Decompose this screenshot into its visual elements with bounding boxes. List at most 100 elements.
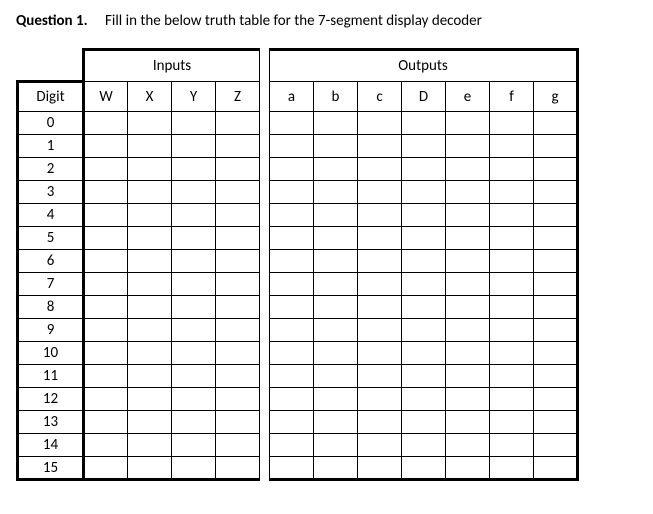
output-cell xyxy=(270,181,314,204)
output-header: e xyxy=(446,82,490,112)
input-cell xyxy=(216,319,260,342)
digit-cell: 13 xyxy=(18,411,84,434)
output-cell xyxy=(490,112,534,135)
output-cell xyxy=(446,411,490,434)
output-cell xyxy=(490,227,534,250)
input-cell xyxy=(128,434,172,457)
column-gap xyxy=(260,50,270,82)
output-cell xyxy=(270,112,314,135)
table-row: 9 xyxy=(18,319,578,342)
output-cell xyxy=(270,411,314,434)
output-cell xyxy=(270,250,314,273)
output-cell xyxy=(270,204,314,227)
input-cell xyxy=(128,411,172,434)
input-cell xyxy=(172,342,216,365)
outputs-group-header: Outputs xyxy=(270,50,578,82)
digit-cell: 4 xyxy=(18,204,84,227)
input-cell xyxy=(84,411,128,434)
output-cell xyxy=(314,158,358,181)
output-cell xyxy=(534,273,578,296)
digit-cell: 7 xyxy=(18,273,84,296)
output-cell xyxy=(314,135,358,158)
table-row: 7 xyxy=(18,273,578,296)
table-row: 2 xyxy=(18,158,578,181)
output-cell xyxy=(490,365,534,388)
output-cell xyxy=(314,250,358,273)
output-cell xyxy=(534,181,578,204)
output-cell xyxy=(358,204,402,227)
output-cell xyxy=(402,434,446,457)
output-header: b xyxy=(314,82,358,112)
input-cell xyxy=(128,135,172,158)
output-cell xyxy=(402,388,446,411)
input-cell xyxy=(128,250,172,273)
output-header: g xyxy=(534,82,578,112)
output-cell xyxy=(314,434,358,457)
digit-cell: 0 xyxy=(18,112,84,135)
table-row: 8 xyxy=(18,296,578,319)
output-cell xyxy=(358,135,402,158)
input-cell xyxy=(216,411,260,434)
output-cell xyxy=(446,250,490,273)
output-cell xyxy=(402,250,446,273)
input-cell xyxy=(216,342,260,365)
output-cell xyxy=(358,434,402,457)
input-cell xyxy=(216,135,260,158)
input-cell xyxy=(84,227,128,250)
output-cell xyxy=(270,296,314,319)
output-cell xyxy=(358,273,402,296)
question-label: Question 1. xyxy=(16,12,88,30)
digit-cell: 2 xyxy=(18,158,84,181)
digit-cell: 3 xyxy=(18,181,84,204)
output-cell xyxy=(402,319,446,342)
input-cell xyxy=(172,112,216,135)
input-cell xyxy=(128,181,172,204)
inputs-group-header: Inputs xyxy=(84,50,260,82)
input-cell xyxy=(128,296,172,319)
output-cell xyxy=(534,204,578,227)
input-cell xyxy=(172,296,216,319)
output-cell xyxy=(446,342,490,365)
input-header: Y xyxy=(172,82,216,112)
input-cell xyxy=(172,388,216,411)
table-row: 5 xyxy=(18,227,578,250)
blank-corner xyxy=(18,50,84,82)
output-cell xyxy=(270,365,314,388)
input-cell xyxy=(172,457,216,480)
question-prompt: Question 1. Fill in the below truth tabl… xyxy=(16,12,637,30)
output-cell xyxy=(446,296,490,319)
output-cell xyxy=(402,411,446,434)
output-cell xyxy=(446,158,490,181)
digit-cell: 12 xyxy=(18,388,84,411)
output-cell xyxy=(270,273,314,296)
digit-cell: 11 xyxy=(18,365,84,388)
input-cell xyxy=(172,204,216,227)
output-cell xyxy=(358,227,402,250)
input-cell xyxy=(216,365,260,388)
output-cell xyxy=(534,434,578,457)
output-cell xyxy=(270,434,314,457)
output-cell xyxy=(358,342,402,365)
output-header: f xyxy=(490,82,534,112)
output-cell xyxy=(446,319,490,342)
output-cell xyxy=(314,204,358,227)
input-cell xyxy=(216,273,260,296)
output-cell xyxy=(490,273,534,296)
output-cell xyxy=(402,296,446,319)
input-cell xyxy=(84,204,128,227)
output-cell xyxy=(446,135,490,158)
output-header: c xyxy=(358,82,402,112)
input-cell xyxy=(84,319,128,342)
output-cell xyxy=(314,319,358,342)
output-cell xyxy=(402,342,446,365)
output-cell xyxy=(358,112,402,135)
input-cell xyxy=(128,273,172,296)
output-cell xyxy=(446,204,490,227)
input-cell xyxy=(172,434,216,457)
output-cell xyxy=(270,319,314,342)
output-cell xyxy=(490,457,534,480)
input-cell xyxy=(84,135,128,158)
input-cell xyxy=(216,250,260,273)
output-cell xyxy=(490,434,534,457)
input-cell xyxy=(84,112,128,135)
